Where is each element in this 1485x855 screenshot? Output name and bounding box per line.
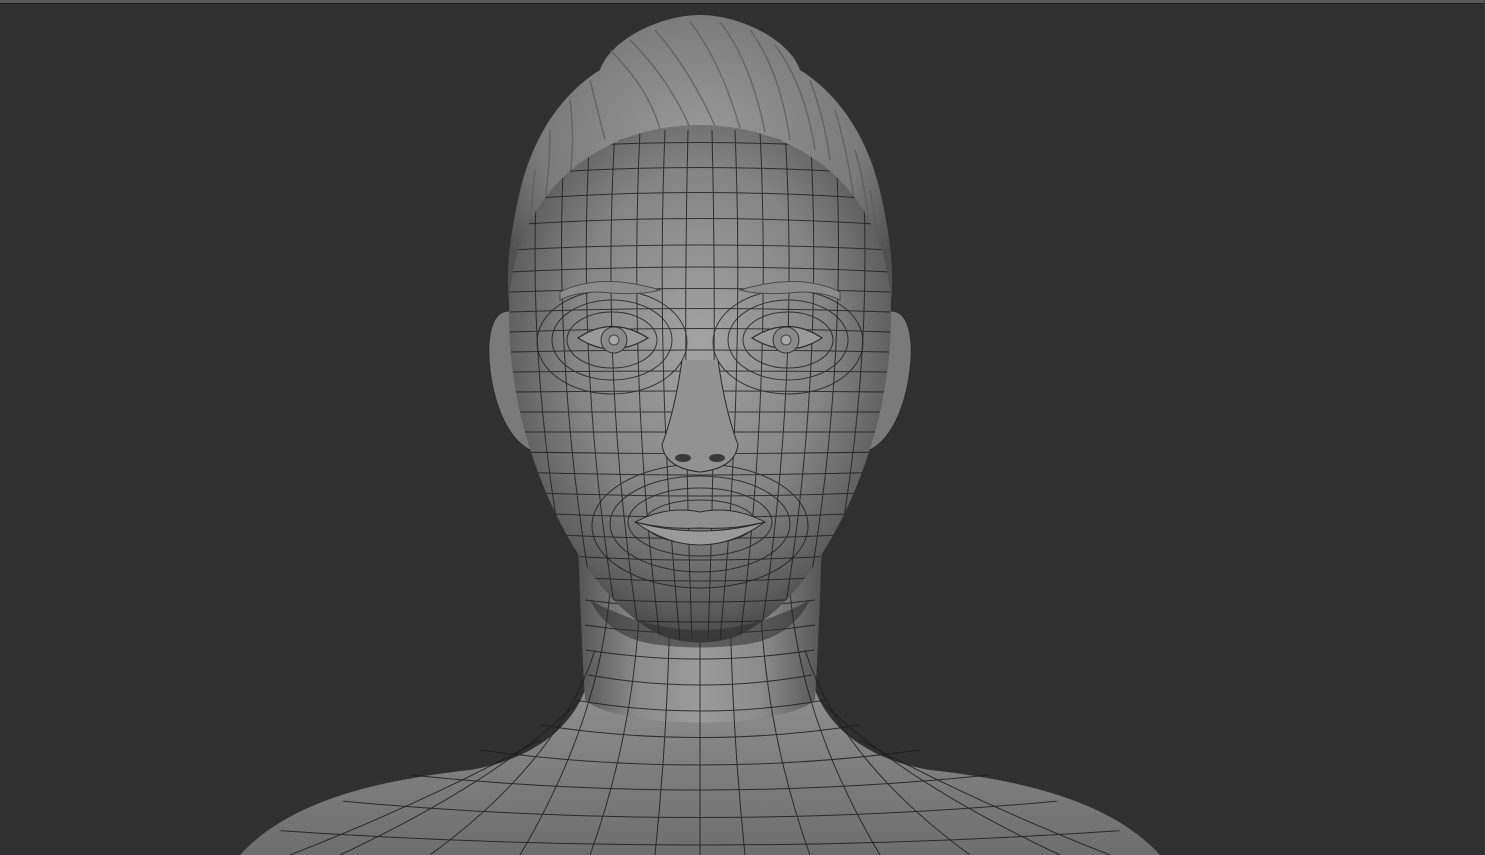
- sculpted-head-model[interactable]: [0, 0, 1485, 855]
- 3d-viewport[interactable]: [0, 0, 1485, 855]
